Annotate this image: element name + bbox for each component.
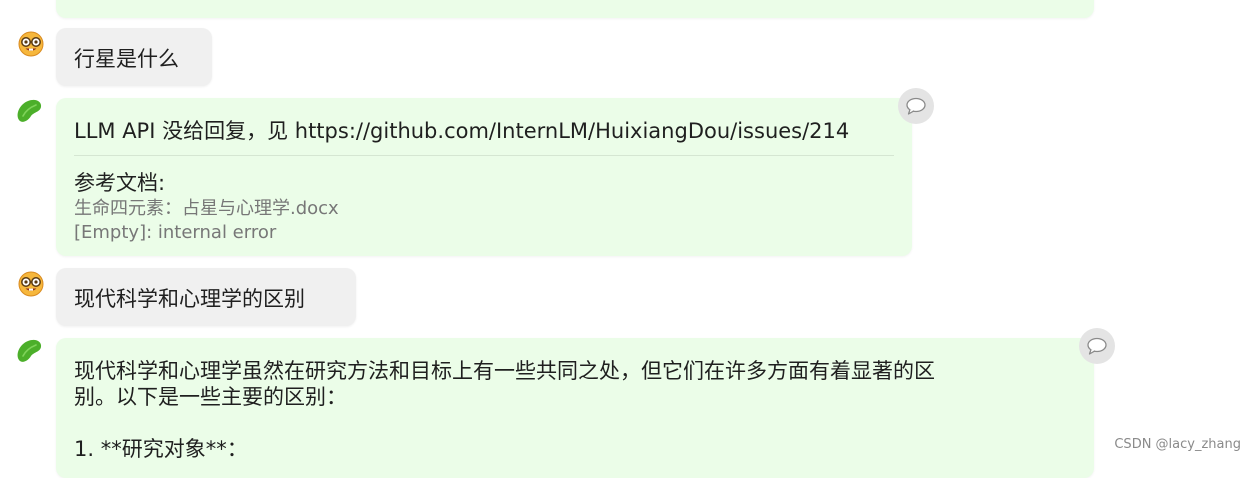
user-message-text: 现代科学和心理学的区别: [74, 287, 305, 311]
reference-item: [Empty]: internal error: [74, 222, 277, 243]
message-divider: [74, 155, 894, 156]
user-message-bubble: 行星是什么: [56, 28, 212, 86]
user-avatar-icon: [16, 29, 46, 59]
assistant-message-bubble: LLM API 没给回复，见 https://github.com/Intern…: [56, 98, 912, 256]
user-avatar-icon: [16, 269, 46, 299]
bot-avatar-icon: [14, 336, 44, 366]
chat-area: 行星是什么 LLM API 没给回复，见 https://github.com/…: [0, 0, 1255, 478]
copy-button[interactable]: [898, 88, 934, 124]
message-line: 别。以下是一些主要的区别：: [74, 385, 347, 409]
bot-avatar-icon: [14, 96, 44, 126]
copy-button[interactable]: [1079, 328, 1115, 364]
references-title: 参考文档:: [74, 171, 166, 195]
speech-bubble-icon: [1087, 337, 1107, 355]
speech-bubble-icon: [906, 97, 926, 115]
message-line: 1. **研究对象**：: [74, 437, 248, 461]
user-message-bubble: 现代科学和心理学的区别: [56, 268, 356, 326]
reference-item: 生命四元素：占星与心理学.docx: [74, 198, 339, 219]
assistant-message-text: 现代科学和心理学虽然在研究方法和目标上有一些共同之处，但它们在许多方面有着显著的…: [74, 358, 1074, 462]
previous-bot-message-bubble: [56, 0, 1094, 18]
assistant-message-text: LLM API 没给回复，见 https://github.com/Intern…: [74, 119, 850, 143]
assistant-message-bubble: 现代科学和心理学虽然在研究方法和目标上有一些共同之处，但它们在许多方面有着显著的…: [56, 338, 1094, 478]
user-message-text: 行星是什么: [74, 47, 179, 71]
watermark: CSDN @lacy_zhang: [1114, 437, 1241, 452]
message-line: 现代科学和心理学虽然在研究方法和目标上有一些共同之处，但它们在许多方面有着显著的…: [74, 359, 935, 383]
